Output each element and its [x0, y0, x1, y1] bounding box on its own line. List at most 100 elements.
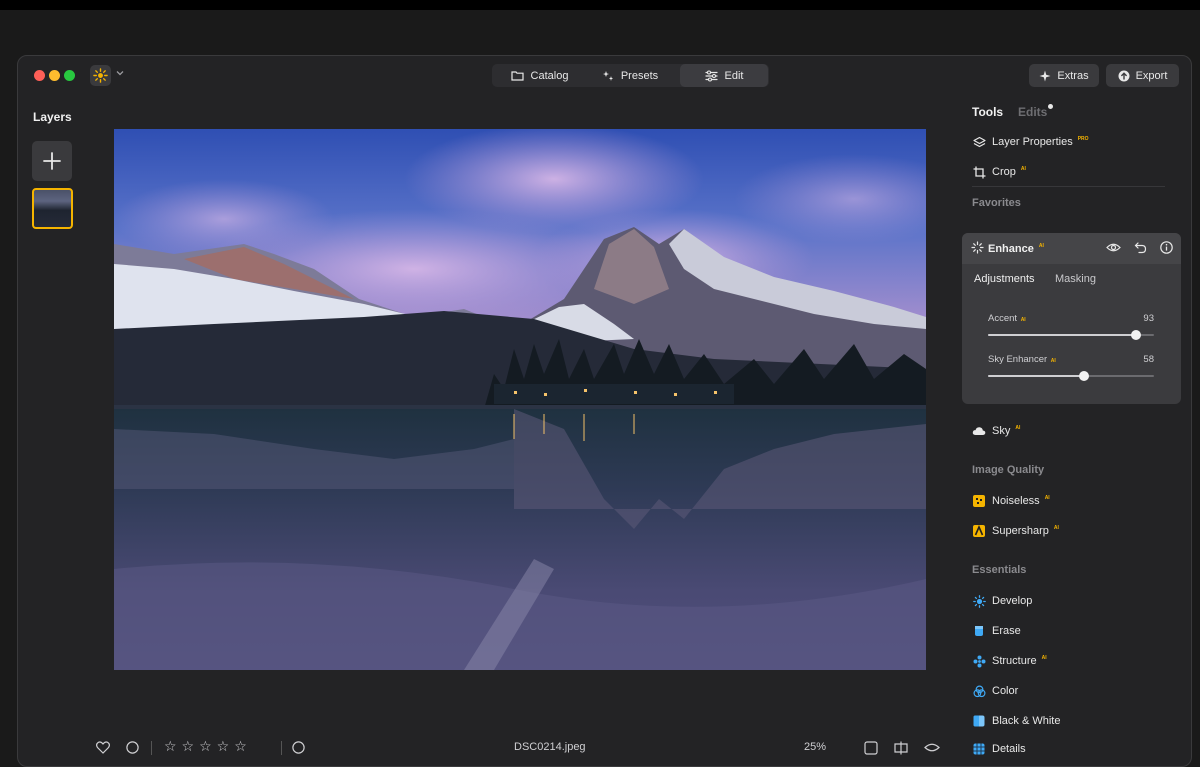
- tool-color[interactable]: Color: [972, 683, 1018, 699]
- star-rating[interactable]: ☆☆☆☆☆: [164, 738, 252, 755]
- black-white-icon: [972, 714, 986, 728]
- sky-enhancer-slider-label: Sky Enhancer AI: [988, 354, 1056, 365]
- ai-badge: AI: [1020, 317, 1026, 323]
- slider-knob[interactable]: [1079, 371, 1090, 381]
- image-quality-heading: Image Quality: [972, 464, 1045, 476]
- tool-develop[interactable]: Develop: [972, 593, 1032, 609]
- undo-icon[interactable]: [1134, 241, 1147, 254]
- ai-badge: AI: [1044, 495, 1050, 501]
- enhance-sparkle-icon: [971, 241, 984, 257]
- enhance-header[interactable]: Enhance AI: [962, 233, 1181, 264]
- compare-icon[interactable]: [894, 741, 908, 755]
- zoom-window-button[interactable]: [64, 70, 75, 81]
- tab-catalog-label: Catalog: [530, 69, 569, 82]
- pro-badge: PRO: [1077, 136, 1089, 142]
- accent-slider-value: 93: [1143, 313, 1154, 324]
- tool-label: Layer Properties: [992, 136, 1073, 148]
- tool-label: Noiseless: [992, 495, 1040, 507]
- heart-icon[interactable]: [96, 741, 110, 754]
- zoom-level[interactable]: 25%: [804, 741, 826, 753]
- minimize-window-button[interactable]: [49, 70, 60, 81]
- close-window-button[interactable]: [34, 70, 45, 81]
- slider-knob[interactable]: [1130, 330, 1141, 340]
- tool-layer-properties[interactable]: Layer Properties PRO: [972, 134, 1089, 150]
- layers-title: Layers: [33, 110, 72, 124]
- supersharp-icon: [972, 524, 986, 538]
- bottom-toolbar: ☆☆☆☆☆ DSC0214.jpeg 25%: [96, 738, 956, 759]
- ai-badge: AI: [1020, 166, 1026, 172]
- slider-label-text: Accent: [988, 313, 1018, 324]
- noiseless-icon: [972, 494, 986, 508]
- subtab-masking[interactable]: Masking: [1055, 273, 1096, 285]
- panel-divider: [972, 186, 1165, 187]
- crop-icon: [972, 165, 986, 179]
- tab-presets[interactable]: Presets: [590, 64, 670, 87]
- sky-enhancer-slider[interactable]: [988, 371, 1154, 381]
- enhance-tool-card: Enhance AI Adjustments Masking Accent AI…: [962, 233, 1181, 404]
- toolbar-divider: [281, 741, 282, 755]
- ai-badge: AI: [1038, 243, 1044, 249]
- filename-label: DSC0214.jpeg: [514, 741, 586, 753]
- structure-icon: [972, 654, 986, 668]
- tool-label: Crop: [992, 166, 1016, 178]
- eye-icon[interactable]: [1106, 241, 1121, 254]
- sparkle-icon: [602, 70, 613, 81]
- tool-supersharp[interactable]: Supersharp AI: [972, 523, 1059, 539]
- add-layer-button[interactable]: [32, 141, 72, 181]
- tool-structure[interactable]: Structure AI: [972, 653, 1047, 669]
- layers-icon: [972, 135, 986, 149]
- tools-panel: Tools Edits Layer Properties PRO Crop AI…: [962, 56, 1191, 766]
- edits-indicator-dot: [1048, 104, 1053, 109]
- tab-tools[interactable]: Tools: [972, 105, 1003, 119]
- tab-catalog[interactable]: Catalog: [492, 64, 587, 87]
- slider-label-text: Sky Enhancer: [988, 354, 1048, 365]
- tool-label: Erase: [992, 625, 1021, 637]
- tool-label: Color: [992, 685, 1019, 697]
- tab-presets-label: Presets: [620, 69, 659, 82]
- tool-label: Black & White: [992, 715, 1061, 727]
- eye-icon[interactable]: [924, 741, 940, 754]
- photo-canvas[interactable]: [114, 129, 926, 670]
- tool-black-white[interactable]: Black & White: [972, 713, 1060, 729]
- info-icon[interactable]: [1160, 241, 1173, 254]
- fit-screen-icon[interactable]: [864, 741, 878, 755]
- tool-details[interactable]: Details: [972, 741, 1026, 757]
- chevron-down-icon[interactable]: [115, 68, 125, 78]
- subtab-adjustments[interactable]: Adjustments: [974, 273, 1035, 285]
- favorites-heading: Favorites: [972, 197, 1021, 209]
- accent-slider-label: Accent AI: [988, 313, 1026, 324]
- tool-crop[interactable]: Crop AI: [972, 164, 1026, 180]
- tool-sky[interactable]: Sky AI: [972, 423, 1020, 439]
- tool-label: Develop: [992, 595, 1033, 607]
- enhance-label: Enhance: [988, 243, 1034, 255]
- ai-badge: AI: [1015, 425, 1021, 431]
- mode-switcher: Catalog Presets Edit: [492, 64, 769, 87]
- details-icon: [972, 742, 986, 756]
- reject-icon[interactable]: [126, 741, 139, 754]
- slider-fill: [988, 334, 1136, 336]
- tool-erase[interactable]: Erase: [972, 623, 1021, 639]
- ai-badge: AI: [1050, 358, 1056, 364]
- ai-badge: AI: [1041, 655, 1047, 661]
- sky-enhancer-slider-value: 58: [1143, 354, 1154, 365]
- tool-label: Sky: [992, 425, 1011, 437]
- tool-label: Structure: [992, 655, 1037, 667]
- accent-slider[interactable]: [988, 330, 1154, 340]
- tool-label: Supersharp: [992, 525, 1049, 537]
- cloud-icon: [972, 424, 986, 438]
- plus-icon: [43, 152, 61, 170]
- color-label-icon[interactable]: [292, 741, 305, 754]
- sliders-icon: [704, 69, 718, 82]
- ai-badge: AI: [1053, 525, 1059, 531]
- tab-edits[interactable]: Edits: [1018, 105, 1047, 119]
- folder-icon: [510, 71, 524, 81]
- color-wheel-icon: [972, 684, 986, 698]
- tool-label: Details: [992, 743, 1026, 755]
- tool-noiseless[interactable]: Noiseless AI: [972, 493, 1050, 509]
- layer-thumbnail[interactable]: [32, 188, 73, 229]
- app-window: Catalog Presets Edit Extras Export Layer…: [17, 55, 1192, 767]
- sun-icon[interactable]: [90, 65, 111, 86]
- tab-edit[interactable]: Edit: [680, 64, 768, 87]
- toolbar-divider: [151, 741, 152, 755]
- tab-edit-label: Edit: [724, 69, 744, 82]
